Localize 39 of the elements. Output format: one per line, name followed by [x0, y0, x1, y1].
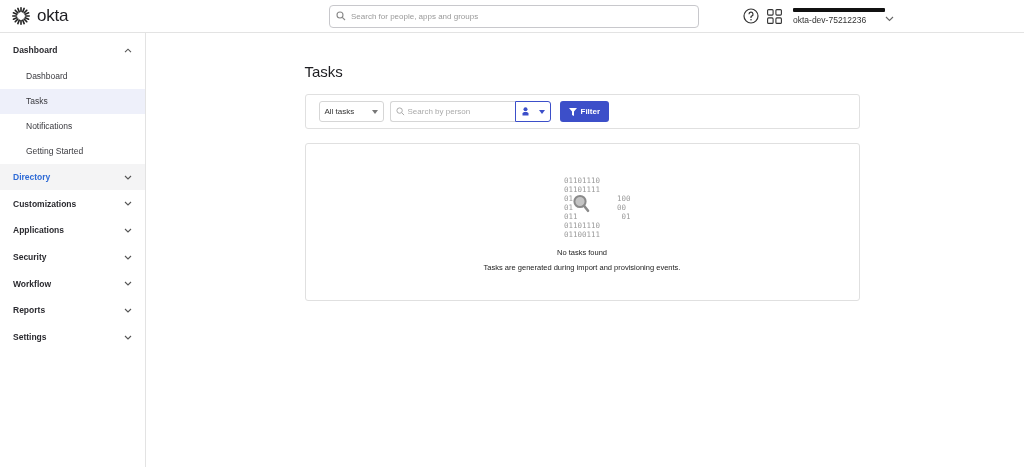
- search-icon: [336, 11, 346, 21]
- chevron-down-icon[interactable]: [885, 16, 894, 22]
- apps-grid-icon[interactable]: [767, 8, 782, 24]
- person-icon: [520, 107, 530, 116]
- chevron-down-icon: [124, 227, 132, 233]
- chevron-up-icon: [124, 47, 132, 53]
- sidebar-item[interactable]: Dashboard: [0, 63, 145, 89]
- logo-text: okta: [37, 6, 69, 26]
- sidebar-section[interactable]: Applications: [0, 217, 145, 244]
- chevron-down-icon: [124, 201, 132, 207]
- page-title: Tasks: [304, 63, 344, 80]
- chevron-down-icon: [124, 174, 132, 180]
- search-field[interactable]: Search for people, apps and groups: [329, 4, 699, 28]
- sidebar-item[interactable]: Getting Started: [0, 138, 145, 164]
- logo-icon: [12, 7, 30, 25]
- person-search-field[interactable]: Search by person: [389, 101, 515, 122]
- org-name: okta-dev-75212236: [793, 14, 868, 25]
- task-dropdown[interactable]: All tasks: [318, 101, 384, 122]
- search-icon: [395, 107, 405, 116]
- sidebar-section[interactable]: Settings: [0, 323, 145, 351]
- sidebar-item[interactable]: Notifications: [0, 113, 145, 139]
- help-icon[interactable]: [743, 8, 759, 24]
- chevron-down-icon: [124, 281, 132, 287]
- sidebar-section[interactable]: Customizations: [0, 190, 145, 218]
- chevron-down-icon: [124, 307, 132, 313]
- chevron-down-icon: [124, 254, 132, 260]
- filter-icon: [568, 107, 577, 116]
- sidebar-section[interactable]: Security: [0, 243, 145, 271]
- sidebar-section[interactable]: Reports: [0, 297, 145, 324]
- filter-button[interactable]: Filter: [559, 101, 610, 122]
- magnifier-icon: [572, 194, 590, 213]
- chevron-down-icon: [124, 334, 132, 340]
- caret-icon: [371, 109, 378, 114]
- sidebar-section[interactable]: Directory: [0, 163, 145, 191]
- sidebar-item[interactable]: Tasks: [0, 88, 145, 114]
- sidebar-section[interactable]: Workflow: [0, 270, 145, 298]
- sidebar-section[interactable]: Dashboard: [0, 37, 145, 64]
- caret-icon: [538, 109, 545, 114]
- person-type-dropdown[interactable]: [514, 101, 551, 122]
